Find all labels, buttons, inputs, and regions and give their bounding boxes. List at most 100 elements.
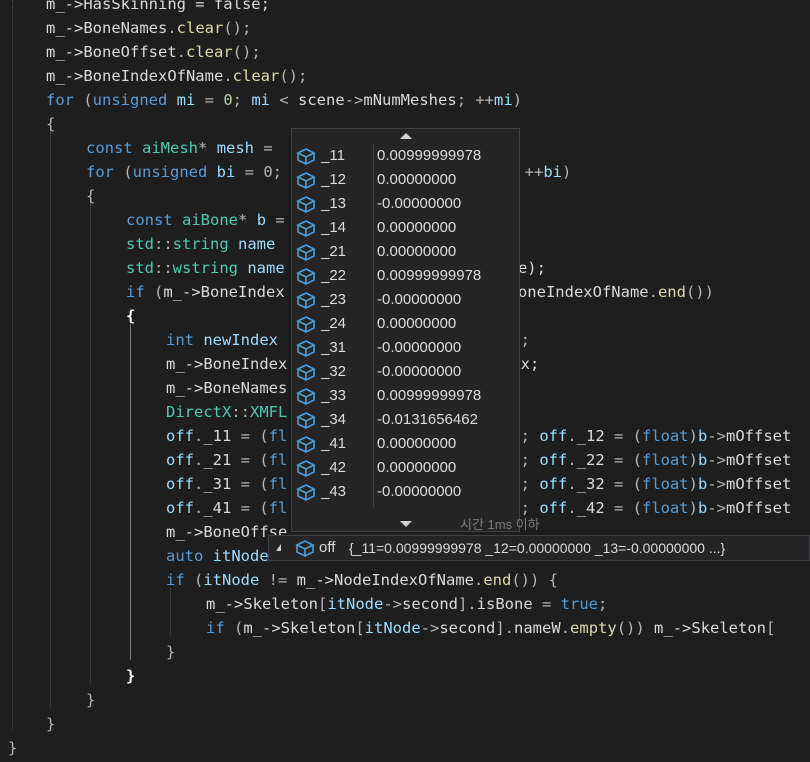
code-token: float [641,499,689,517]
code-token: clear [232,67,280,85]
code-line: m_->Skeleton[itNode->second].isBone = tr… [206,592,607,616]
member-value[interactable]: -0.00000000 [377,336,461,360]
datatip-member-row[interactable]: _23 -0.00000000 [292,288,519,312]
member-value[interactable]: -0.00000000 [377,288,461,312]
code-token: std [126,235,154,253]
code-token: . [648,283,658,301]
member-value[interactable]: 0.00999999978 [377,144,481,168]
code-line: m_->BoneNames.clear(); [46,16,251,40]
code-line: const aiMesh* mesh = [86,136,273,160]
indent-guide [90,204,91,684]
code-line: } [126,664,135,688]
code-token: off [539,475,568,493]
member-value[interactable]: 0.00000000 [377,216,456,240]
datatip-member-row[interactable]: _24 0.00000000 [292,312,519,336]
chevron-up-icon [399,133,412,139]
code-token: = ( [231,475,269,493]
code-token: name [228,235,276,253]
code-token: ; [232,91,252,109]
code-token: = ( [231,427,269,445]
code-token: clear [186,43,233,61]
member-value[interactable]: -0.0131656462 [377,408,478,432]
datatip-member-row[interactable]: _31 -0.00000000 [292,336,519,360]
datatip-member-row[interactable]: _42 0.00000000 [292,456,519,480]
datatip-member-row[interactable]: _13 -0.00000000 [292,192,519,216]
code-token: [ [766,619,776,637]
code-token: b [698,499,708,517]
chevron-down-icon [399,521,412,527]
datatip-member-row[interactable]: _33 0.00999999978 [292,384,519,408]
member-value[interactable]: 0.00000000 [377,168,456,192]
code-token: BoneIndexOfName [83,67,224,85]
code-token: m_-> [654,619,692,637]
code-token: = [254,139,273,157]
datatip-member-row[interactable]: _12 0.00000000 [292,168,519,192]
datatip-member-row[interactable]: _32 -0.00000000 [292,360,519,384]
member-name: _13 [321,195,347,212]
code-token: b [698,475,708,493]
field-cube-icon [295,458,317,478]
code-token: (); [232,43,261,61]
code-token: -> [707,451,727,469]
datatip-member-row[interactable]: _14 0.00000000 [292,216,519,240]
perf-tip: 시간 1ms 이하 [460,517,540,532]
indent-guide [130,324,131,660]
code-token: itNode [203,547,269,565]
code-token: _31 [203,475,232,493]
member-value[interactable]: -0.00000000 [377,360,461,384]
code-token: fl [268,427,288,445]
code-line: } [166,640,175,664]
code-token: std [126,259,154,277]
member-value[interactable]: 0.00999999978 [377,384,481,408]
datatip-expanded-members[interactable]: _11 0.00999999978 _12 0.00000000 _13 -0.00000… [291,128,520,532]
datatip-member-row[interactable]: _11 0.00999999978 [292,144,519,168]
code-token: = [195,91,224,109]
member-name: _24 [321,315,347,332]
code-token: _21 [203,451,232,469]
code-token: itNode [327,595,384,613]
scroll-up-button[interactable] [292,129,519,143]
datatip-member-row[interactable]: _41 0.00000000 [292,432,519,456]
code-token: m_-> [46,43,84,61]
datatip-member-row[interactable]: _21 0.00000000 [292,240,519,264]
code-token: m_-> [206,595,244,613]
summary-variable-value: {_11=0.00999999978 _12=0.00000000 _13=-0… [349,540,726,556]
member-value[interactable]: 0.00999999978 [377,264,481,288]
datatip-summary[interactable]: off {_11=0.00999999978 _12=0.00000000 _1… [268,535,810,561]
collapse-arrow-icon[interactable] [276,544,281,551]
member-name: _31 [321,339,347,356]
code-token: (); [279,67,308,85]
code-token: itNode [364,619,421,637]
datatip-member-row[interactable]: _34 -0.0131656462 [292,408,519,432]
code-token: m_-> [166,355,204,373]
member-value[interactable]: -0.00000000 [377,480,461,504]
code-token: m_-> [46,67,84,85]
member-value[interactable]: 0.00000000 [377,456,456,480]
indent-guide [12,0,13,730]
member-value[interactable]: -0.00000000 [377,192,461,216]
code-token: aiMesh [142,139,199,157]
code-token: BoneNames [83,19,168,37]
member-name: _43 [321,483,347,500]
code-token: . [223,67,233,85]
code-line: m_->HasSkinning = false; [46,0,270,16]
code-token: x; [520,355,540,373]
member-value[interactable]: 0.00000000 [377,312,456,336]
member-value[interactable]: 0.00000000 [377,432,456,456]
member-name: _32 [321,363,347,380]
code-token: ( [74,91,93,109]
code-token: m_-> [46,19,84,37]
field-cube-icon [295,338,317,358]
member-name: _42 [321,459,347,476]
code-token: ) [561,163,572,181]
code-token: = ( [604,427,642,445]
field-cube-icon [295,242,317,262]
member-value[interactable]: 0.00000000 [377,240,456,264]
datatip-member-row[interactable]: _22 0.00999999978 [292,264,519,288]
code-token: _32 [576,475,605,493]
code-token: ()) [616,619,655,637]
code-token: const [126,211,173,229]
datatip-member-row[interactable]: _43 -0.00000000 [292,480,519,504]
code-token: [ [355,619,365,637]
